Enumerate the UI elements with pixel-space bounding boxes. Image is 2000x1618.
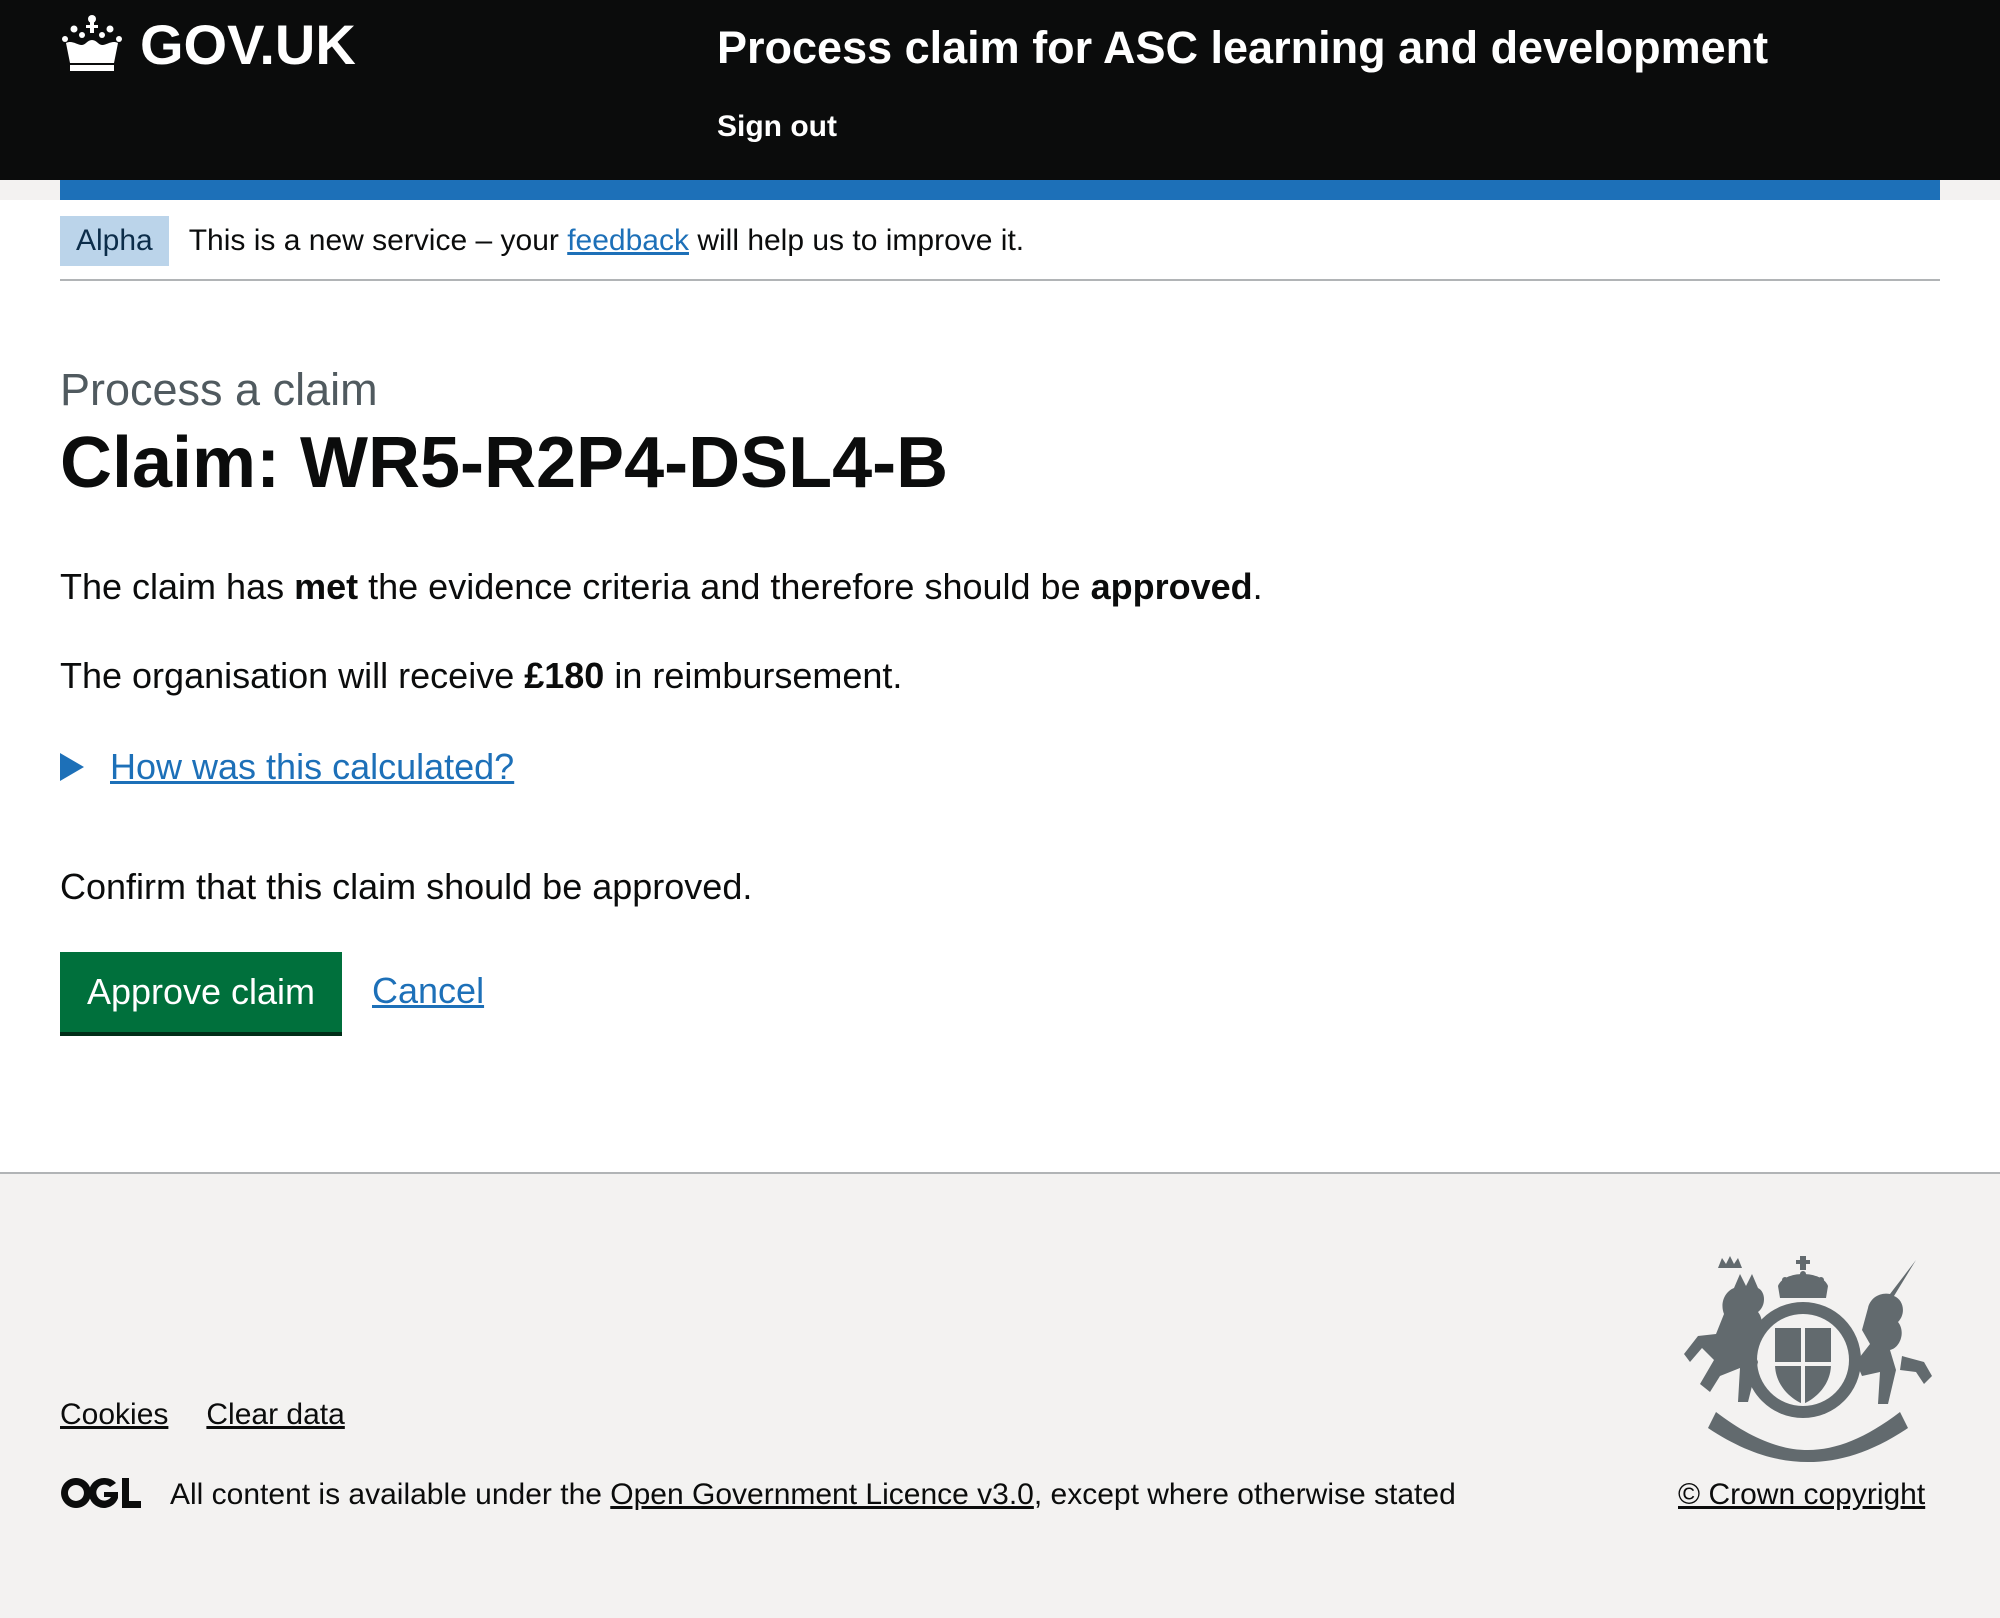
header-blue-bar xyxy=(60,180,1940,200)
site-header: GOV.UK Process claim for ASC learning an… xyxy=(0,0,2000,180)
footer-link-cookies[interactable]: Cookies xyxy=(60,1398,168,1432)
approved-emphasis: approved xyxy=(1090,566,1253,607)
phase-tag: Alpha xyxy=(60,216,169,266)
cancel-link[interactable]: Cancel xyxy=(372,970,484,1012)
footer-links: Cookies Clear data xyxy=(60,1398,383,1432)
footer-link-clear-data[interactable]: Clear data xyxy=(206,1398,344,1432)
page-caption: Process a claim xyxy=(60,364,378,415)
para1-part-a: The claim has xyxy=(60,566,295,607)
sign-out-link[interactable]: Sign out xyxy=(717,110,837,144)
approve-claim-button[interactable]: Approve claim xyxy=(60,952,342,1032)
page: GOV.UK Process claim for ASC learning an… xyxy=(0,0,2000,1618)
details-triangle-icon xyxy=(60,753,84,781)
para1-part-c: the evidence criteria and therefore shou… xyxy=(358,566,1091,607)
royal-crest-icon xyxy=(1684,1256,1932,1462)
crown-copyright-link[interactable]: © Crown copyright xyxy=(1678,1478,1925,1512)
licence-after: , except where otherwise stated xyxy=(1033,1478,1456,1511)
para2-part-a: The organisation will receive xyxy=(60,655,525,696)
licence-before: All content is available under the xyxy=(170,1478,611,1511)
calculation-details-summary[interactable]: How was this calculated? xyxy=(60,746,514,788)
reimbursement-text: The organisation will receive £180 in re… xyxy=(60,655,902,697)
service-name-link[interactable]: Process claim for ASC learning and devel… xyxy=(717,22,1768,74)
ogl-licence-link[interactable]: Open Government Licence v3.0 xyxy=(610,1478,1034,1511)
phase-banner-text: This is a new service – your feedback wi… xyxy=(189,224,1024,258)
met-emphasis: met xyxy=(294,566,359,607)
footer-top-border xyxy=(0,1172,2000,1174)
reimbursement-amount: £180 xyxy=(524,655,605,696)
evidence-result-text: The claim has met the evidence criteria … xyxy=(60,566,1263,608)
crown-icon xyxy=(62,14,122,71)
phase-banner-divider xyxy=(60,279,1940,281)
para2-part-b: in reimbursement. xyxy=(604,655,903,696)
feedback-link[interactable]: feedback xyxy=(567,224,689,257)
page-title: Claim: WR5-R2P4-DSL4-B xyxy=(60,423,949,503)
logo-text: GOV.UK xyxy=(140,13,356,76)
confirm-text: Confirm that this claim should be approv… xyxy=(60,866,753,907)
how-calculated-link[interactable]: How was this calculated? xyxy=(110,746,514,788)
phase-banner: Alpha This is a new service – your feedb… xyxy=(60,216,1024,266)
ogl-icon xyxy=(61,1477,141,1508)
phase-text-before: This is a new service – your xyxy=(188,224,568,257)
para1-part-e: . xyxy=(1252,566,1263,607)
licence-text: All content is available under the Open … xyxy=(170,1478,1456,1512)
phase-text-after: will help us to improve it. xyxy=(688,224,1025,257)
govuk-logo-link[interactable]: GOV.UK xyxy=(60,12,356,77)
